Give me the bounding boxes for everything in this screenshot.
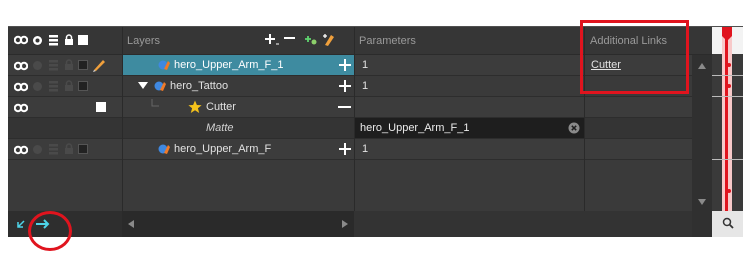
zoom-area[interactable] bbox=[712, 211, 743, 237]
layer-name: hero_Upper_Arm_F bbox=[174, 143, 272, 155]
eye-icon[interactable] bbox=[14, 82, 28, 92]
drawing-layer-icon bbox=[158, 60, 170, 70]
parameter-cell[interactable] bbox=[354, 97, 584, 118]
vertical-scrollbar[interactable] bbox=[692, 55, 712, 211]
zoom-icon[interactable] bbox=[722, 217, 734, 229]
add-icon[interactable] bbox=[338, 79, 352, 93]
layer-row[interactable]: hero_Upper_Arm_F 1 bbox=[8, 139, 712, 160]
layer-name-cell[interactable]: Cutter bbox=[122, 97, 354, 118]
playhead-handle[interactable] bbox=[721, 27, 733, 41]
row-toggles bbox=[8, 118, 122, 139]
parameter-value: 1 bbox=[362, 80, 369, 92]
column-toggle-header bbox=[8, 27, 122, 55]
layer-row[interactable]: Cutter bbox=[8, 97, 712, 118]
bottom-empty-area bbox=[354, 211, 692, 237]
eye-icon[interactable] bbox=[14, 61, 28, 71]
layer-name-cell[interactable]: hero_Upper_Arm_F bbox=[122, 139, 354, 160]
keyframe-marker[interactable] bbox=[727, 189, 731, 193]
layer-name: hero_Tattoo bbox=[170, 80, 229, 92]
color-swatch-icon[interactable] bbox=[78, 60, 88, 70]
lock-icon[interactable] bbox=[64, 59, 74, 71]
solo-icon[interactable] bbox=[32, 60, 43, 71]
parameter-value: 1 bbox=[362, 143, 369, 155]
add-peg-icon[interactable] bbox=[304, 34, 318, 46]
layer-name-cell[interactable]: hero_Upper_Arm_F_1 bbox=[122, 55, 354, 76]
color-swatch-icon[interactable] bbox=[78, 81, 88, 91]
column-separator bbox=[122, 27, 123, 211]
scroll-right-icon[interactable] bbox=[342, 220, 348, 228]
matte-field[interactable]: hero_Upper_Arm_F_1 bbox=[354, 118, 584, 139]
layer-name: hero_Upper_Arm_F_1 bbox=[174, 59, 284, 71]
scroll-down-icon[interactable] bbox=[698, 199, 706, 205]
layers-column-header: Layers bbox=[122, 27, 354, 55]
collapse-arrow-icon[interactable] bbox=[138, 82, 148, 90]
row-toggles bbox=[8, 97, 122, 118]
layers-icon[interactable] bbox=[48, 59, 59, 71]
matte-value: hero_Upper_Arm_F_1 bbox=[360, 122, 470, 134]
highlight-box-additional-links bbox=[580, 20, 689, 94]
lock-icon[interactable] bbox=[64, 80, 74, 92]
lock-icon[interactable] bbox=[64, 143, 74, 155]
eye-icon[interactable] bbox=[14, 145, 28, 155]
clear-icon[interactable] bbox=[568, 122, 580, 134]
lock-icon[interactable] bbox=[64, 34, 74, 46]
layers-icon[interactable] bbox=[48, 80, 59, 92]
keyframe-marker[interactable] bbox=[727, 84, 731, 88]
timeline-frames[interactable] bbox=[712, 55, 743, 205]
matte-label-cell: Matte bbox=[122, 118, 354, 139]
color-swatch-icon[interactable] bbox=[96, 102, 106, 112]
parameters-header-label: Parameters bbox=[359, 35, 416, 47]
layer-name-cell[interactable]: hero_Tattoo bbox=[122, 76, 354, 97]
row-toggles bbox=[8, 55, 122, 76]
highlight-circle-expand-button bbox=[28, 211, 72, 251]
add-icon[interactable] bbox=[338, 58, 352, 72]
layers-icon[interactable] bbox=[48, 143, 59, 155]
parameter-value: 1 bbox=[362, 59, 369, 71]
collapse-arrow-icon[interactable] bbox=[16, 219, 26, 229]
remove-icon[interactable] bbox=[338, 106, 352, 109]
eye-icon[interactable] bbox=[14, 103, 28, 113]
parameters-column-header: Parameters bbox=[354, 27, 584, 55]
layers-header-label: Layers bbox=[127, 35, 161, 47]
layers-icon[interactable] bbox=[48, 34, 59, 46]
additional-link-cell[interactable] bbox=[584, 118, 692, 139]
scrollbar-header bbox=[692, 27, 712, 55]
row-toggles bbox=[8, 139, 122, 160]
row-toggles bbox=[8, 76, 122, 97]
scroll-corner bbox=[692, 211, 712, 237]
tree-connector bbox=[151, 99, 159, 107]
horizontal-scrollbar[interactable] bbox=[122, 211, 354, 237]
matte-label: Matte bbox=[206, 122, 234, 134]
drawing-layer-icon bbox=[154, 81, 166, 91]
additional-link-cell[interactable] bbox=[584, 97, 692, 118]
eye-icon[interactable] bbox=[14, 35, 28, 45]
solo-icon[interactable] bbox=[32, 35, 43, 46]
scroll-up-icon[interactable] bbox=[698, 63, 706, 69]
delete-layer-icon[interactable] bbox=[284, 37, 296, 41]
column-separator bbox=[354, 27, 355, 211]
solo-icon[interactable] bbox=[32, 144, 43, 155]
add-layer-icon[interactable] bbox=[264, 33, 280, 47]
star-cutter-icon bbox=[188, 100, 202, 113]
additional-link-cell[interactable] bbox=[584, 139, 692, 160]
drawing-layer-icon bbox=[158, 144, 170, 154]
parameter-cell[interactable]: 1 bbox=[354, 139, 584, 160]
parameter-cell[interactable]: 1 bbox=[354, 55, 584, 76]
timeline-strip bbox=[712, 27, 743, 211]
scroll-left-icon[interactable] bbox=[128, 220, 134, 228]
layer-name: Cutter bbox=[206, 101, 236, 113]
parameter-cell[interactable]: 1 bbox=[354, 76, 584, 97]
keyframe-marker[interactable] bbox=[727, 63, 731, 67]
matte-row[interactable]: Matte hero_Upper_Arm_F_1 bbox=[8, 118, 712, 139]
color-swatch-icon[interactable] bbox=[78, 35, 88, 45]
solo-icon[interactable] bbox=[32, 81, 43, 92]
add-icon[interactable] bbox=[338, 142, 352, 156]
color-swatch-icon[interactable] bbox=[78, 144, 88, 154]
pencil-icon[interactable] bbox=[92, 58, 106, 72]
add-drawing-icon[interactable] bbox=[322, 33, 336, 47]
